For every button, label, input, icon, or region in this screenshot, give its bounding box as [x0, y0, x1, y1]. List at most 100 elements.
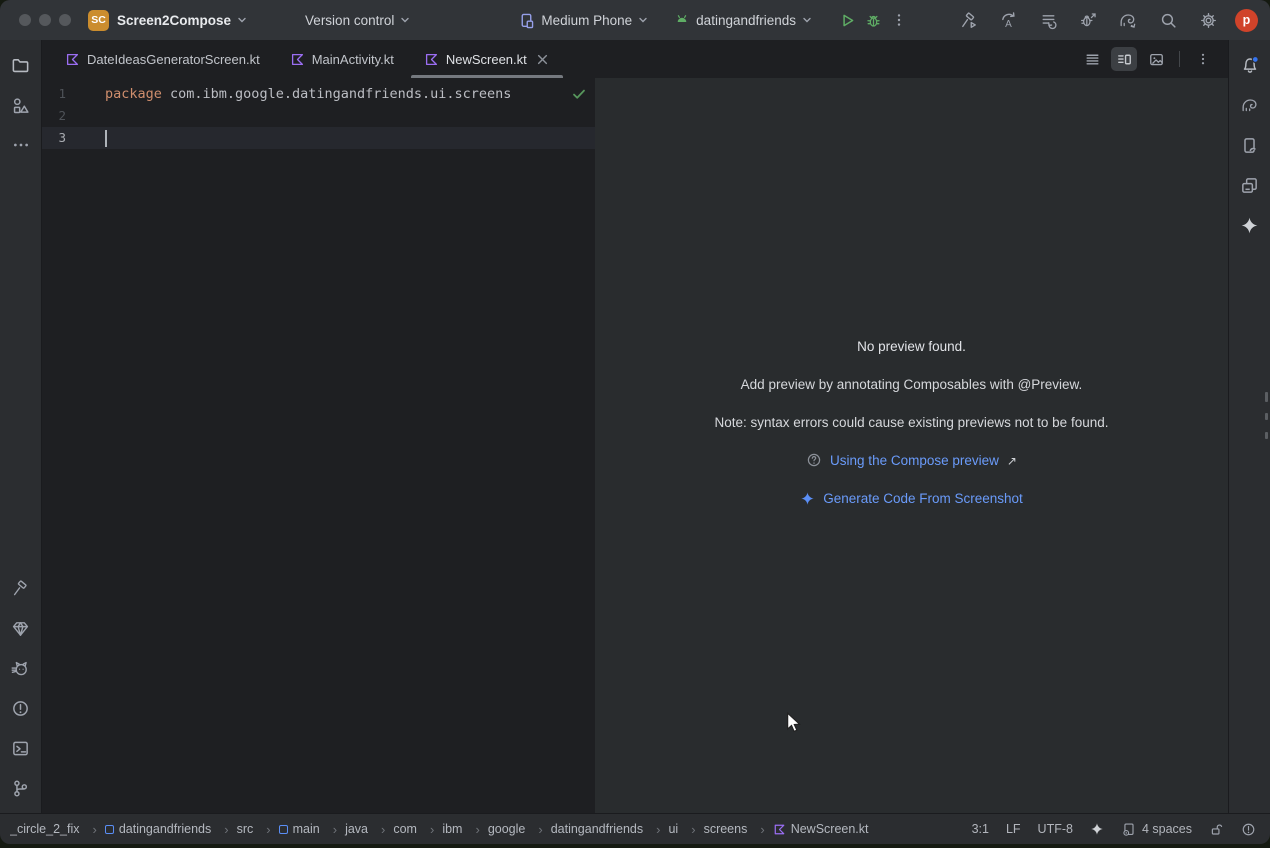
title-bar: SC Screen2Compose Version control Medium… — [0, 0, 1270, 40]
svg-text:A: A — [1005, 18, 1012, 29]
gemini-tool-button[interactable] — [1235, 210, 1265, 240]
caret-position-widget[interactable]: 3:1 — [972, 822, 989, 836]
breadcrumb-item[interactable]: com — [393, 822, 442, 837]
list-restart-icon — [1039, 11, 1058, 30]
zoom-window-button[interactable] — [59, 14, 71, 26]
tab-newscreen[interactable]: NewScreen.kt — [409, 40, 565, 78]
run-configuration-selector[interactable]: datingandfriends — [674, 12, 812, 28]
compose-preview-docs-link[interactable]: Using the Compose preview — [830, 453, 999, 468]
gradle-elephant-sync-icon — [1118, 11, 1138, 30]
read-write-lock-widget[interactable] — [1209, 822, 1224, 837]
more-tool-windows-button[interactable] — [6, 130, 36, 160]
gradle-sync-button[interactable] — [1115, 7, 1141, 33]
encoding-widget[interactable]: UTF-8 — [1038, 822, 1073, 836]
run-configuration-label: datingandfriends — [696, 13, 796, 28]
breadcrumb-item[interactable]: main — [279, 822, 345, 837]
notifications-button[interactable] — [1235, 50, 1265, 80]
split-editor-preview-button[interactable] — [1111, 47, 1137, 71]
breadcrumb: _circle_2_fix datingandfriends src main … — [10, 822, 869, 837]
device-phone-icon — [518, 12, 535, 29]
attach-debugger-button[interactable] — [1075, 7, 1101, 33]
breadcrumb-item[interactable]: _circle_2_fix — [10, 822, 105, 837]
module-icon — [279, 825, 288, 834]
tab-mainactivity[interactable]: MainActivity.kt — [275, 40, 409, 78]
build-tool-button[interactable] — [6, 573, 36, 603]
project-tool-button[interactable] — [6, 50, 36, 80]
apply-code-changes-button[interactable]: A — [995, 7, 1021, 33]
run-button[interactable] — [834, 7, 860, 33]
kotlin-file-icon — [65, 52, 80, 67]
breadcrumb-item[interactable]: ui — [668, 822, 703, 837]
device-manager-tool-button[interactable] — [1235, 170, 1265, 200]
preview-hint-text: Add preview by annotating Composables wi… — [741, 377, 1083, 392]
code-package-path: com.ibm.google.datingandfriends.ui.scree… — [162, 86, 512, 102]
breadcrumb-item[interactable]: screens — [704, 822, 773, 837]
build-hammer-icon — [959, 11, 978, 30]
project-name: Screen2Compose — [117, 13, 231, 28]
close-window-button[interactable] — [19, 14, 31, 26]
highlighting-level-widget[interactable] — [1241, 822, 1256, 837]
terminal-tool-button[interactable] — [6, 733, 36, 763]
divider — [1179, 51, 1180, 67]
breadcrumb-item[interactable]: datingandfriends — [105, 822, 237, 837]
problems-tool-button[interactable] — [6, 693, 36, 723]
inspection-status-widget[interactable] — [571, 86, 587, 102]
version-control-tool-button[interactable] — [6, 773, 36, 803]
settings-button[interactable] — [1195, 7, 1221, 33]
debug-bug-icon — [865, 12, 882, 29]
cat-icon — [11, 659, 30, 678]
close-tab-button[interactable] — [536, 52, 550, 66]
run-play-icon — [839, 12, 856, 29]
logcat-tool-button[interactable] — [6, 653, 36, 683]
minimize-window-button[interactable] — [39, 14, 51, 26]
list-lines-icon — [1084, 51, 1101, 68]
version-control-menu[interactable]: Version control — [305, 13, 410, 28]
ai-assistant-status-widget[interactable] — [1090, 822, 1104, 836]
unlock-icon — [1209, 822, 1224, 837]
project-menu[interactable]: Screen2Compose — [117, 13, 247, 28]
breadcrumb-item[interactable]: src — [237, 822, 279, 837]
breadcrumb-item-file[interactable]: NewScreen.kt — [773, 822, 869, 836]
breadcrumb-item[interactable]: datingandfriends — [551, 822, 669, 837]
line-number: 3 — [42, 127, 66, 149]
compose-preview-panel: No preview found. Add preview by annotat… — [595, 78, 1228, 813]
debug-button[interactable] — [860, 7, 886, 33]
editor-only-view-button[interactable] — [1079, 47, 1105, 71]
preview-only-view-button[interactable] — [1143, 47, 1169, 71]
code-line-3-current: 3 — [42, 127, 595, 149]
gear-icon — [1199, 11, 1218, 30]
search-everywhere-button[interactable] — [1155, 7, 1181, 33]
gemini-sparkle-icon — [1240, 216, 1259, 235]
device-selector[interactable]: Medium Phone — [518, 12, 648, 29]
tab-dateideasgeneratorscreen[interactable]: DateIdeasGeneratorScreen.kt — [50, 40, 275, 78]
build-run-button[interactable] — [955, 7, 981, 33]
chevron-down-icon — [638, 15, 648, 25]
line-separator-widget[interactable]: LF — [1006, 822, 1021, 836]
kebab-menu-icon — [1195, 51, 1211, 67]
generate-code-from-screenshot-link[interactable]: Generate Code From Screenshot — [823, 491, 1023, 506]
text-caret — [105, 130, 107, 147]
code-editor[interactable]: 1 package com.ibm.google.datingandfriend… — [42, 78, 595, 813]
editor-options-button[interactable] — [1190, 47, 1216, 71]
right-tool-strip — [1228, 40, 1270, 813]
breadcrumb-item[interactable]: ibm — [442, 822, 488, 837]
chevron-down-icon — [237, 15, 247, 25]
code-keyword: package — [105, 86, 162, 102]
chevron-down-icon — [400, 15, 410, 25]
image-icon — [1148, 51, 1165, 68]
line-number: 1 — [42, 83, 66, 105]
apply-changes-restart-button[interactable] — [1035, 7, 1061, 33]
status-bar: _circle_2_fix datingandfriends src main … — [0, 813, 1270, 844]
breadcrumb-item[interactable]: google — [488, 822, 551, 837]
resource-manager-tool-button[interactable] — [6, 90, 36, 120]
app-quality-insights-tool-button[interactable] — [6, 613, 36, 643]
user-avatar[interactable]: p — [1235, 9, 1258, 32]
indent-widget[interactable]: 4 spaces — [1121, 822, 1192, 837]
check-icon — [571, 86, 587, 102]
breadcrumb-item[interactable]: java — [345, 822, 393, 837]
bug-arrow-icon — [1079, 11, 1098, 30]
gradle-tool-button[interactable] — [1235, 90, 1265, 120]
more-actions-button[interactable] — [886, 7, 912, 33]
help-circle-icon — [806, 452, 822, 468]
running-devices-tool-button[interactable] — [1235, 130, 1265, 160]
